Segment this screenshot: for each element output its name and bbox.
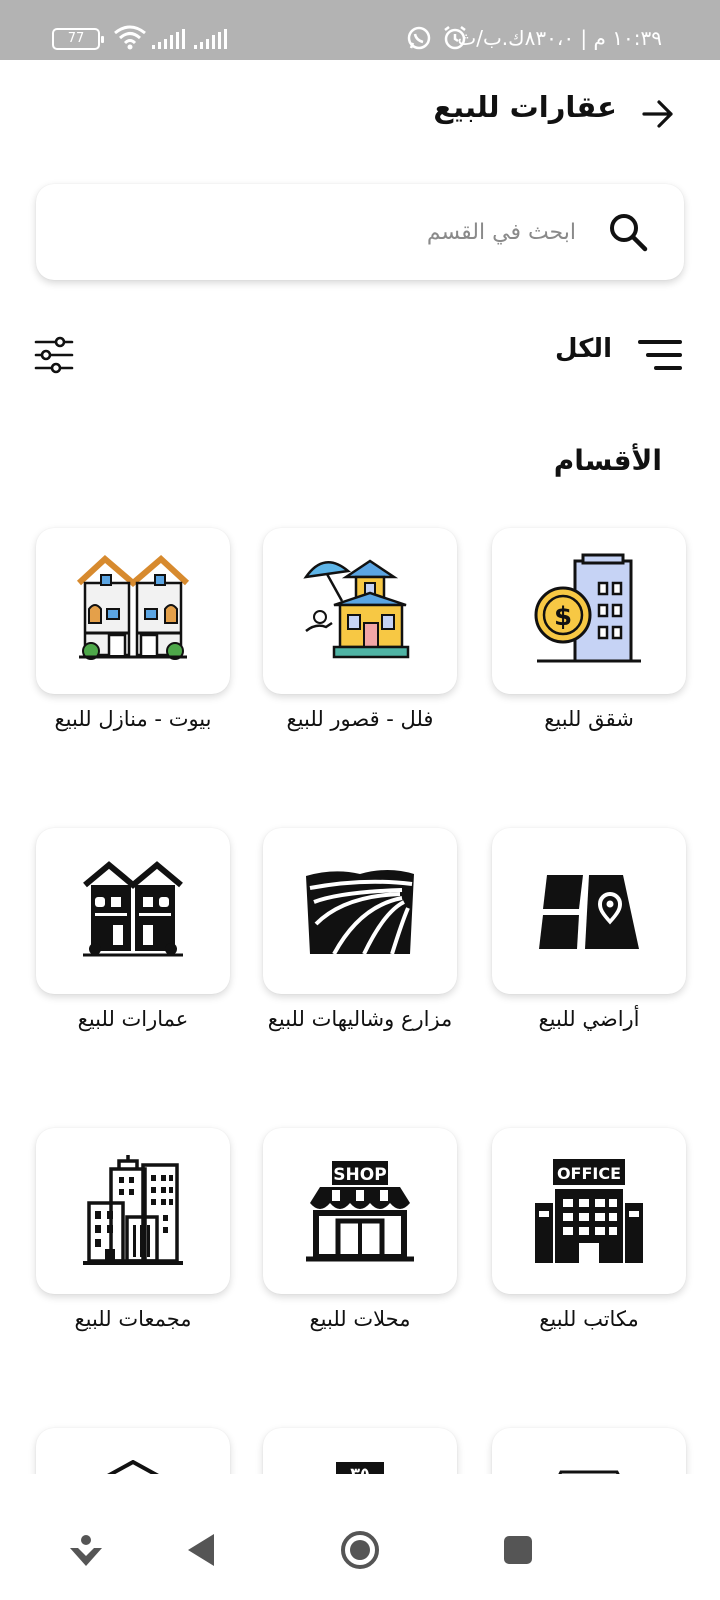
category-tile-buildings[interactable]: [36, 828, 230, 994]
home-nav-icon[interactable]: [332, 1522, 388, 1578]
category-label: أراضي للبيع: [538, 1007, 640, 1031]
category-label: عمارات للبيع: [77, 1007, 189, 1031]
accessibility-icon[interactable]: [58, 1522, 114, 1578]
category-tile-shops[interactable]: SHOP: [263, 1128, 457, 1294]
status-bar: 77 ١٠:٣٩ م | ٨٣٠،٠ك.ب/ث: [0, 0, 720, 60]
wifi-icon: [114, 25, 146, 50]
back-nav-icon[interactable]: [174, 1522, 230, 1578]
apartment-building-dollar-icon: $: [534, 553, 641, 663]
filter-row: الكل: [0, 330, 720, 380]
category-label: مزارع وشاليهات للبيع: [267, 1007, 453, 1031]
section-title: الأقسام: [553, 444, 662, 477]
signal-icon: [152, 29, 185, 49]
search-icon[interactable]: [606, 210, 650, 254]
category-label: شقق للبيع: [544, 707, 634, 731]
category-label: محلات للبيع: [309, 1307, 411, 1331]
city-complex-icon: [83, 1155, 183, 1265]
filter-sliders-icon[interactable]: [34, 336, 74, 374]
search-input[interactable]: [156, 210, 576, 254]
category-tile-complexes[interactable]: [36, 1128, 230, 1294]
status-time: ١٠:٣٩ م | ٨٣٠،٠ك.ب/ث: [457, 26, 662, 50]
battery-level: 77: [67, 31, 85, 46]
category-tile-villas[interactable]: [263, 528, 457, 694]
filter-all-label[interactable]: الكل: [555, 334, 612, 364]
system-nav-bar: [0, 1500, 720, 1600]
signal-icon: [194, 29, 227, 49]
page-title: عقارات للبيع: [433, 90, 617, 124]
category-tile-farms[interactable]: [263, 828, 457, 994]
back-arrow-icon[interactable]: [638, 94, 678, 134]
app-header: عقارات للبيع: [0, 88, 720, 136]
category-tile-lands[interactable]: [492, 828, 686, 994]
search-box[interactable]: [36, 184, 684, 280]
category-label: مكاتب للبيع: [539, 1307, 639, 1331]
sort-icon[interactable]: [638, 338, 682, 372]
shop-icon: SHOP: [306, 1161, 414, 1262]
category-tile-apartments[interactable]: $: [492, 528, 686, 694]
category-label: بيوت - منازل للبيع: [54, 707, 212, 731]
category-tile-houses[interactable]: [36, 528, 230, 694]
svg-text:SHOP: SHOP: [333, 1165, 386, 1185]
svg-text:OFFICE: OFFICE: [557, 1164, 621, 1183]
townhouses-icon: [76, 554, 190, 660]
residential-building-icon: [83, 861, 183, 957]
battery-icon: 77: [52, 28, 104, 50]
category-label: مجمعات للبيع: [74, 1307, 192, 1331]
farm-field-icon: [306, 870, 414, 955]
land-map-pin-icon: [539, 875, 639, 949]
recents-nav-icon[interactable]: [490, 1522, 546, 1578]
office-building-icon: OFFICE: [535, 1159, 643, 1263]
svg-text:$: $: [554, 602, 572, 632]
whatsapp-icon: [407, 26, 431, 50]
villa-umbrella-icon: [303, 559, 410, 659]
category-tile-offices[interactable]: OFFICE: [492, 1128, 686, 1294]
category-label: فلل - قصور للبيع: [286, 707, 434, 731]
